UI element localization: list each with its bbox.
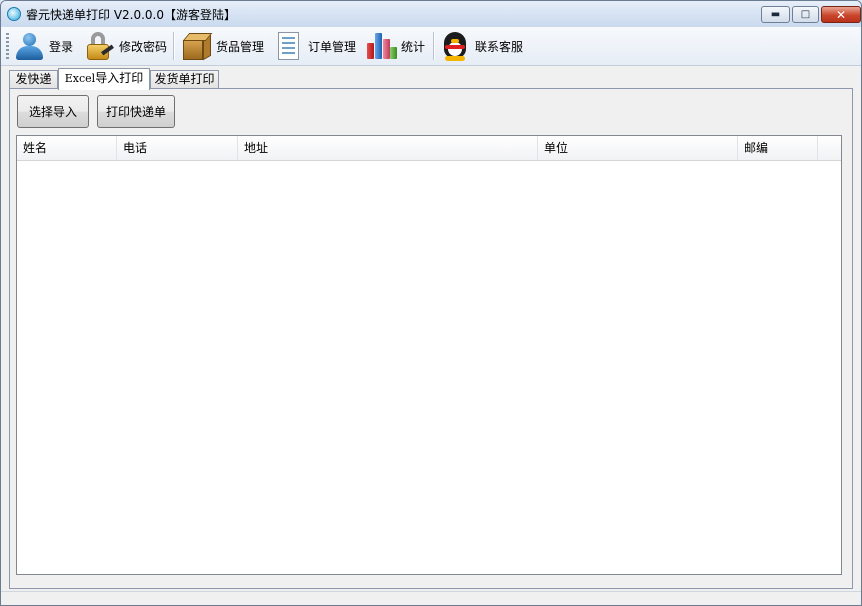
order-management-button[interactable]: 订单管理: [272, 29, 356, 63]
contact-support-button[interactable]: 联系客服: [439, 29, 523, 63]
order-management-label: 订单管理: [308, 39, 357, 54]
change-password-label: 修改密码: [119, 39, 168, 54]
change-password-button[interactable]: 修改密码: [83, 29, 167, 63]
toolbar-grip[interactable]: [6, 33, 9, 59]
column-header-name[interactable]: 姓名: [17, 136, 117, 160]
tab-panel: 选择导入 打印快递单 姓名 电话 地址 单位 邮编: [9, 88, 853, 589]
package-box-icon: [180, 30, 213, 62]
main-window: 睿元快递单打印 V2.0.0.0【游客登陆】 ▬ □ ✕ 登录 修改密码 货品管…: [0, 0, 862, 606]
tab-send-express[interactable]: 发快递: [9, 70, 58, 89]
maximize-button[interactable]: □: [792, 6, 819, 23]
bar-chart-icon: [365, 30, 397, 62]
statistics-label: 统计: [401, 39, 426, 54]
table-header: 姓名 电话 地址 单位 邮编: [17, 136, 841, 161]
print-waybill-button[interactable]: 打印快递单: [97, 95, 175, 128]
minimize-button[interactable]: ▬: [761, 6, 790, 23]
toolbar-separator: [173, 32, 174, 60]
title-bar[interactable]: 睿元快递单打印 V2.0.0.0【游客登陆】 ▬ □ ✕: [1, 1, 861, 27]
tab-excel-text: 导入打印: [95, 71, 144, 85]
tab-invoice-print[interactable]: 发货单打印: [150, 70, 219, 89]
qq-penguin-icon: [439, 30, 471, 62]
tab-excel-import-print[interactable]: Excel导入打印: [58, 68, 150, 90]
close-button[interactable]: ✕: [821, 6, 861, 23]
lock-key-icon: [83, 30, 115, 62]
goods-management-label: 货品管理: [216, 39, 265, 54]
login-label: 登录: [49, 39, 74, 54]
tab-excel-latin: Excel: [64, 72, 96, 85]
toolbar-separator: [433, 32, 434, 60]
column-header-company[interactable]: 单位: [538, 136, 738, 160]
toolbar: 登录 修改密码 货品管理 订单管理 统计 联系客服: [1, 27, 861, 66]
column-header-postcode[interactable]: 邮编: [738, 136, 818, 160]
app-logo-icon: [7, 7, 21, 21]
column-header-filler: [818, 136, 841, 160]
recipient-table[interactable]: 姓名 电话 地址 单位 邮编: [16, 135, 842, 575]
statistics-button[interactable]: 统计: [365, 29, 425, 63]
window-title: 睿元快递单打印 V2.0.0.0【游客登陆】: [26, 8, 237, 22]
document-list-icon: [272, 30, 304, 62]
select-import-button[interactable]: 选择导入: [17, 95, 89, 128]
user-icon: [13, 30, 45, 62]
column-header-phone[interactable]: 电话: [117, 136, 238, 160]
column-header-address[interactable]: 地址: [238, 136, 538, 160]
status-bar: [1, 591, 861, 605]
contact-support-label: 联系客服: [475, 39, 524, 54]
login-button[interactable]: 登录: [13, 29, 73, 63]
goods-management-button[interactable]: 货品管理: [180, 29, 264, 63]
